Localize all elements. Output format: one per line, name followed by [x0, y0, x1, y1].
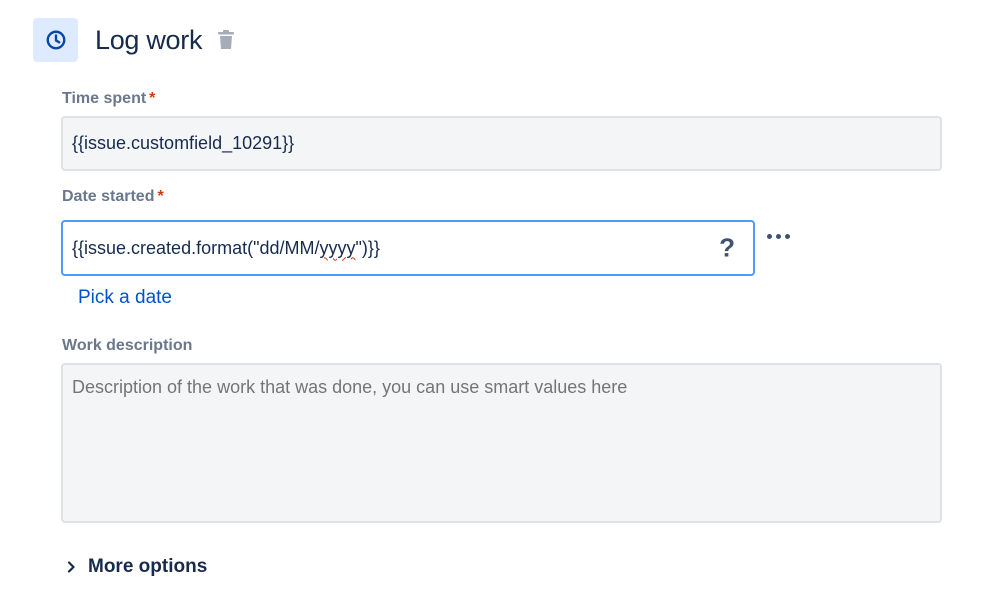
required-mark: * [157, 188, 164, 205]
spellcheck-word: yyyy [319, 237, 356, 258]
clock-icon [33, 18, 78, 62]
more-options-label: More options [88, 556, 208, 577]
date-started-value: {{issue.created.format("dd/MM/yyyy")}} [72, 238, 380, 259]
time-spent-input[interactable]: {{issue.customfield_10291}} [61, 116, 942, 171]
date-started-input[interactable]: {{issue.created.format("dd/MM/yyyy")}} ? [61, 220, 755, 276]
help-icon[interactable]: ? [719, 233, 735, 264]
more-options-toggle[interactable]: More options [64, 556, 207, 578]
work-description-label: Work description [62, 337, 193, 354]
date-value-prefix: {{issue.created.format("dd/MM/ [72, 237, 320, 258]
dot [766, 233, 772, 239]
chevron-right-icon [64, 560, 78, 574]
time-spent-value: {{issue.customfield_10291}} [72, 133, 295, 153]
trash-icon[interactable] [217, 30, 235, 50]
date-started-label-text: Date started [62, 188, 155, 205]
rule-header: Log work [33, 18, 235, 62]
pick-a-date-link[interactable]: Pick a date [78, 287, 172, 309]
date-value-suffix: ")}} [355, 237, 380, 258]
more-actions-icon[interactable] [764, 222, 792, 250]
required-mark: * [149, 90, 156, 107]
page-title: Log work [95, 24, 203, 55]
time-spent-label: Time spent * [62, 90, 155, 108]
work-description-textarea[interactable] [61, 363, 942, 523]
dot [775, 233, 781, 239]
date-started-label: Date started * [62, 188, 164, 206]
dot [784, 233, 790, 239]
time-spent-label-text: Time spent [62, 90, 147, 107]
